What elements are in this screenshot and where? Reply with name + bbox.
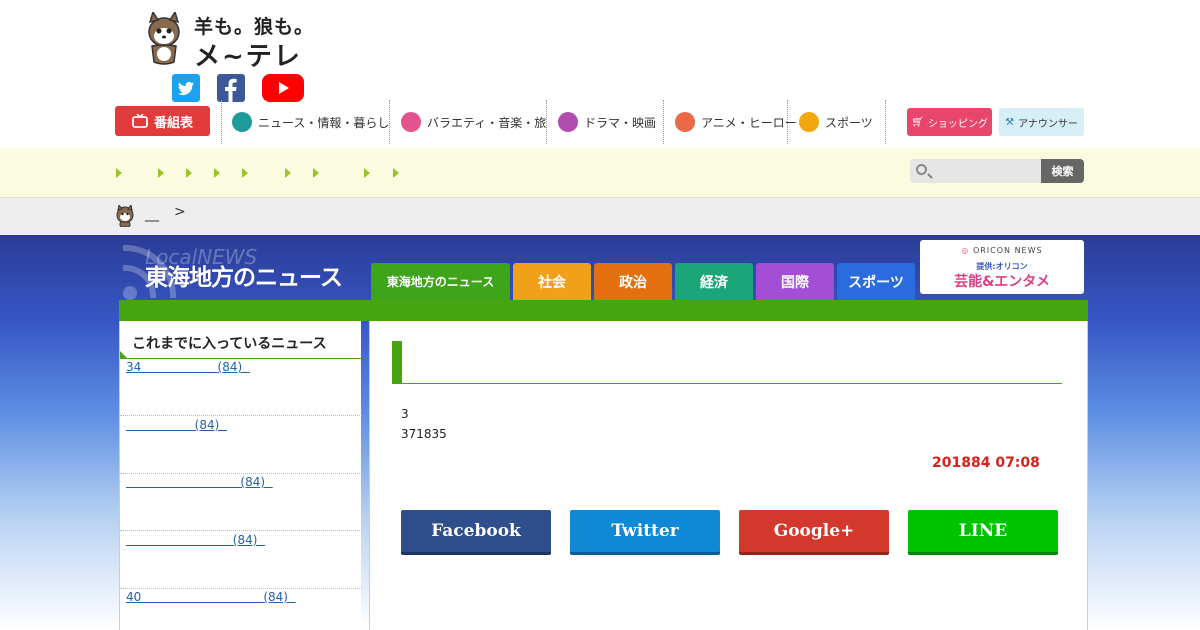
shopping-button[interactable]: 🛒︎ ショッピング [907,108,992,136]
program-guide-button[interactable]: 番組表 [115,106,210,136]
sidebar-heading: これまでに入っているニュース [120,331,362,359]
nav-item-anime[interactable]: アニメ・ヒーロー [675,100,797,144]
news-link[interactable]: (84) [126,475,273,489]
news-link[interactable]: 34 (84) [126,360,250,374]
nav-item-label: バラエティ・音楽・旅 [427,115,547,130]
list-item: (84) [120,531,362,589]
announcer-label: アナウンサー [1018,118,1078,130]
line-share-button[interactable]: LINE [908,510,1058,552]
list-item: 34 (84) [120,358,362,416]
sub-nav-link-icon[interactable] [158,168,164,178]
article-title-marker [392,341,402,384]
nav-item-drama[interactable]: ドラマ・映画 [558,100,656,144]
nav-item-news[interactable]: ニュース・情報・暮らし [232,100,389,144]
sub-nav-link-icon[interactable] [186,168,192,178]
tab-politics[interactable]: 政治 [594,263,672,300]
twitter-icon[interactable] [172,74,200,102]
sports-icon [799,112,819,132]
oricon-logo: ◎ ORICON NEWS [920,246,1084,255]
tab-society[interactable]: 社会 [513,263,591,300]
sub-nav-bar: 検索 [0,148,1200,198]
sub-nav-link-icon[interactable] [285,168,291,178]
article-panel: 3 371835 201884 07:08 Facebook Twitter G… [369,321,1088,630]
facebook-share-button[interactable]: Facebook [401,510,551,552]
nav-item-label: ドラマ・映画 [584,115,657,130]
news-sidebar: これまでに入っているニュース 34 (84) (84) (84) (84) 40 [119,321,362,630]
article-title-underline [392,383,1062,384]
sub-nav-link-icon[interactable] [242,168,248,178]
nav-item-sports[interactable]: スポーツ [799,100,873,144]
nav-divider [389,100,390,144]
search-field [910,159,1043,183]
sub-nav-link-icon[interactable] [116,168,122,178]
search-button[interactable]: 検索 [1041,159,1084,183]
tab-tokai-news[interactable]: 東海地方のニュース [371,263,510,300]
tab-economy[interactable]: 経済 [675,263,753,300]
nav-item-label: アニメ・ヒーロー [701,115,797,130]
breadcrumb-item[interactable]: __ [145,206,159,222]
tv-icon [132,114,148,128]
speech-bubble-icon [675,112,695,132]
google-plus-share-button[interactable]: Google+ [739,510,889,552]
tab-international[interactable]: 国際 [756,263,834,300]
clapperboard-icon [558,112,578,132]
news-link[interactable]: (84) [126,533,265,547]
article-body-line: 371835 [401,427,447,441]
news-link[interactable]: 40 (84) [126,590,296,604]
oricon-banner[interactable]: ◎ ORICON NEWS 提供:オリコン 芸能&エンタメ [920,240,1084,294]
logo-tagline: 羊も。狼も。 [194,16,315,38]
youtube-icon[interactable] [262,74,304,102]
nav-divider [787,100,788,144]
nav-item-label: ニュース・情報・暮らし [258,115,390,130]
oricon-logo-text: ORICON NEWS [972,246,1043,255]
sub-nav-link-icon[interactable] [364,168,370,178]
list-item: (84) [120,416,362,474]
facebook-icon[interactable] [217,74,245,102]
announcer-button[interactable]: ⚒ アナウンサー [999,108,1084,136]
document-icon [232,112,252,132]
program-guide-label: 番組表 [153,115,193,131]
shopping-label: ショッピング [927,118,988,130]
tab-sports[interactable]: スポーツ [837,263,915,300]
oricon-ring-icon: ◎ [961,246,970,255]
cart-icon: 🛒︎ [911,116,924,128]
sidebar-heading-text: これまでに入っているニュース [132,336,327,352]
nav-item-label: スポーツ [825,115,873,130]
article-body-line: 3 [401,407,409,421]
section-title: 東海地方のニュース [145,265,343,291]
nav-divider [663,100,664,144]
site-logo[interactable]: 羊も。狼も。 メ~テレ [140,10,340,72]
search-input[interactable] [934,159,1039,183]
list-item: 40 (84) [120,588,362,630]
sub-nav-link-icon[interactable] [393,168,399,178]
sub-nav-link-icon[interactable] [313,168,319,178]
heading-notch [120,351,127,358]
twitter-share-button[interactable]: Twitter [570,510,720,552]
nav-divider [546,100,547,144]
list-item: (84) [120,473,362,531]
sub-nav-link-icon[interactable] [214,168,220,178]
main-nav: 番組表 ニュース・情報・暮らし バラエティ・音楽・旅 ドラマ・映画 アニメ・ヒー… [115,100,1085,144]
nav-item-variety[interactable]: バラエティ・音楽・旅 [401,100,546,144]
microphone-icon: ⚒ [1005,116,1015,128]
section-stripe [119,300,1088,321]
logo-name: メ~テレ [194,42,302,72]
news-link[interactable]: (84) [126,418,227,432]
nav-divider [885,100,886,144]
breadcrumb: __ > [0,198,1200,235]
nav-divider [221,100,222,144]
breadcrumb-separator: > [174,204,186,220]
home-mascot-icon[interactable] [115,205,135,227]
mascot-logo-icon [148,12,180,65]
music-note-icon [401,112,421,132]
oricon-title: 芸能&エンタメ [954,274,1050,290]
search-icon [916,164,927,175]
article-date: 201884 07:08 [932,455,1040,471]
